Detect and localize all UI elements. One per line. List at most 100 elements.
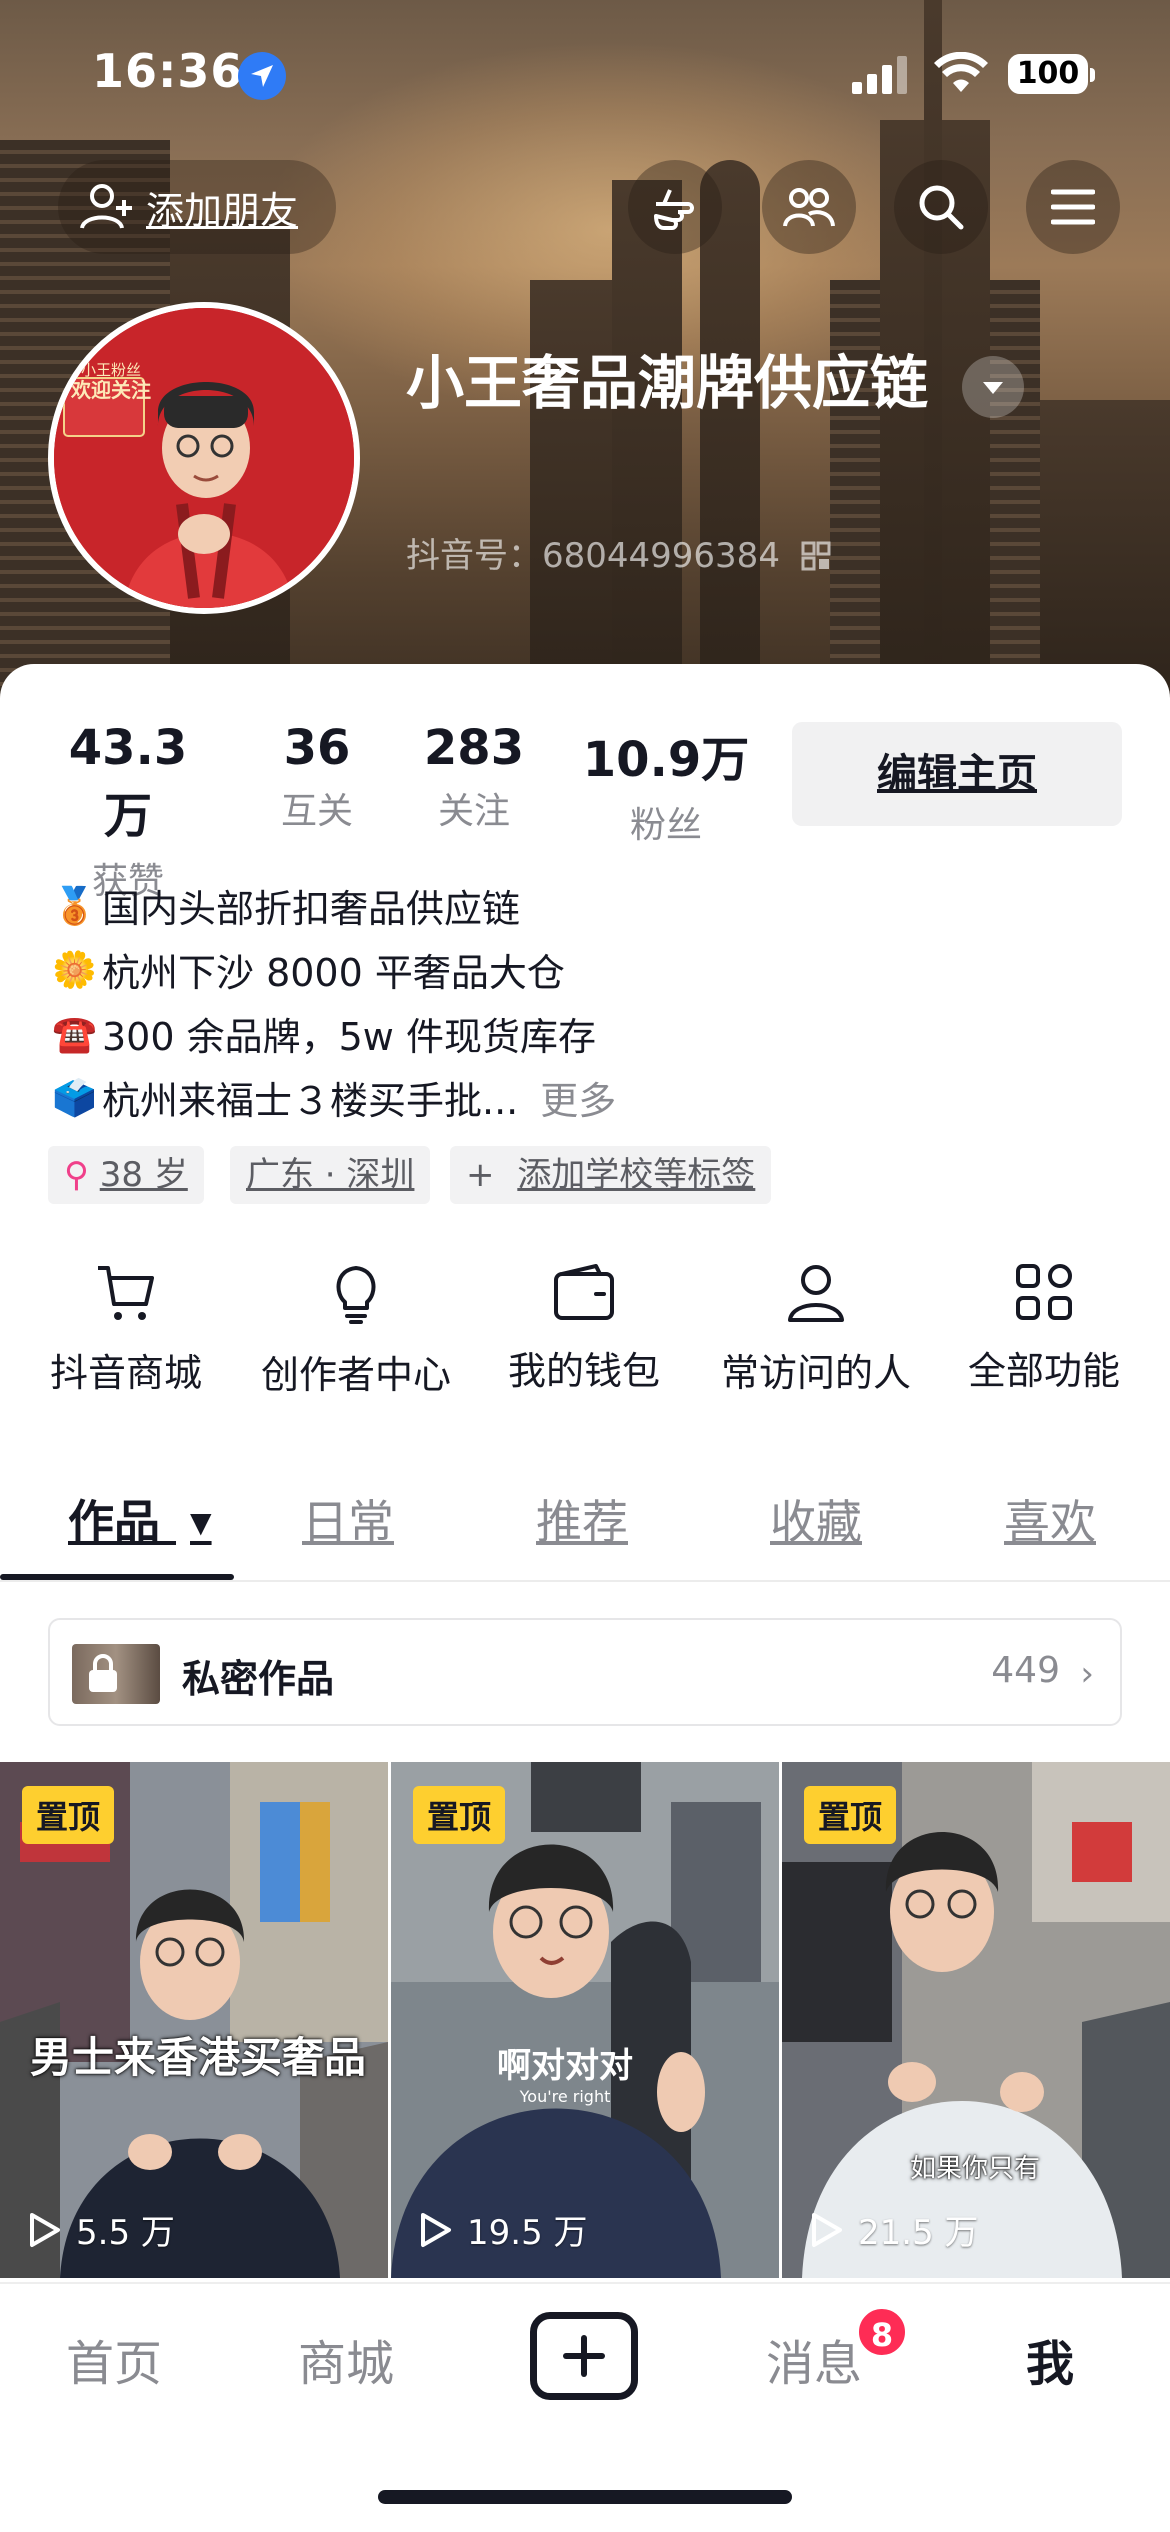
nav-messages[interactable]: 消息: [766, 2324, 862, 2394]
add-user-icon: [80, 184, 132, 229]
hand-pointer-button[interactable]: [628, 160, 722, 254]
account-switch-chevron-icon[interactable]: [962, 356, 1024, 418]
cover-building: [1040, 400, 1170, 700]
bio-text: 300 余品牌，5w 件现货库存: [102, 1015, 596, 1059]
avatar-caption-line1: 小王粉丝: [80, 361, 141, 379]
add-friend-button[interactable]: 添加朋友: [58, 160, 336, 254]
tab-works[interactable]: 作品 ▼: [68, 1486, 212, 1552]
private-works-count: 449: [991, 1650, 1060, 1691]
box-icon: 🗳️: [52, 1077, 97, 1119]
chevron-right-icon: ›: [1080, 1654, 1094, 1694]
bio-line: 🥉 国内头部折扣奢品供应链: [52, 878, 520, 933]
stat-value: 36: [283, 720, 351, 776]
tag-age-text: 38 岁: [99, 1155, 188, 1195]
video-thumbnail[interactable]: 置顶 男士来香港买奢品 5.5 万: [0, 1762, 388, 2278]
bio-line: 🌼 杭州下沙 8000 平奢品大仓: [52, 942, 565, 997]
bio-line[interactable]: 🗳️ 杭州来福士３楼买手批... 更多: [52, 1070, 616, 1125]
bulb-icon: [336, 1266, 376, 1324]
private-works-title: 私密作品: [182, 1657, 335, 1701]
play-icon: [30, 2212, 60, 2247]
qr-code-icon: [801, 541, 831, 571]
feature-shop[interactable]: 抖音商城: [26, 1262, 226, 1397]
bio-text: 国内头部折扣奢品供应链: [102, 887, 521, 931]
tag-location[interactable]: 广东 · 深圳: [230, 1146, 431, 1204]
grid-icon: [1016, 1264, 1072, 1320]
create-post-button[interactable]: [530, 2312, 638, 2400]
battery-indicator: 100: [1008, 54, 1095, 94]
stat-following[interactable]: 283 关注: [414, 720, 534, 834]
feature-creator-center[interactable]: 创作者中心: [256, 1262, 456, 1399]
avatar[interactable]: 小王粉丝 欢迎关注: [48, 302, 360, 614]
tag-add-school-text: 添加学校等标签: [517, 1155, 756, 1195]
feature-label: 我的钱包: [507, 1349, 660, 1393]
stat-value: 43.3万: [68, 720, 188, 844]
female-icon: ⚲: [64, 1155, 89, 1195]
home-indicator[interactable]: [378, 2490, 792, 2504]
feature-label: 常访问的人: [720, 1351, 911, 1395]
stat-likes[interactable]: 43.3万 获赞: [46, 720, 210, 904]
caret-down-icon: ▼: [190, 1506, 212, 1539]
tag-age[interactable]: ⚲ 38 岁: [48, 1146, 204, 1204]
profile-nickname: 小王奢品潮牌供应链: [406, 349, 929, 417]
nav-me[interactable]: 我: [1026, 2324, 1074, 2394]
play-count: 21.5 万: [810, 2205, 979, 2254]
pinned-badge: 置顶: [22, 1786, 115, 1844]
stat-followers[interactable]: 10.9万 粉丝: [582, 720, 750, 848]
active-tab-indicator: [0, 1574, 234, 1580]
wallet-icon: [554, 1264, 614, 1320]
medal-icon: 🥉: [52, 885, 97, 927]
lock-icon: [89, 1654, 117, 1692]
tag-add-school[interactable]: + 添加学校等标签: [450, 1146, 772, 1204]
shirt-text: 啊对对对: [497, 2046, 633, 2086]
search-button[interactable]: [894, 160, 988, 254]
search-icon: [919, 185, 964, 230]
video-caption: 如果你只有: [910, 2154, 1041, 2184]
douyin-id-text: 抖音号：68044996384: [406, 536, 780, 576]
cover-building: [700, 160, 760, 700]
edit-profile-button[interactable]: 编辑主页: [792, 722, 1122, 826]
menu-button[interactable]: [1026, 160, 1120, 254]
feature-visitors[interactable]: 常访问的人: [716, 1262, 916, 1397]
avatar-photo: [54, 308, 354, 608]
feature-all[interactable]: 全部功能: [944, 1262, 1144, 1395]
video-caption: 男士来香港买奢品: [30, 2033, 367, 2082]
tab-recommended[interactable]: 推荐: [536, 1486, 628, 1552]
pinned-badge: 置顶: [804, 1786, 897, 1844]
play-count-text: 19.5 万: [467, 2213, 588, 2253]
stat-label: 关注: [437, 791, 510, 832]
message-badge: 8: [856, 2306, 908, 2358]
nav-home[interactable]: 首页: [66, 2324, 162, 2394]
feature-label: 全部功能: [967, 1349, 1120, 1393]
stat-mutual[interactable]: 36 互关: [262, 720, 372, 834]
tab-label: 作品: [68, 1495, 160, 1549]
tab-daily[interactable]: 日常: [302, 1486, 394, 1552]
tab-favorites[interactable]: 收藏: [770, 1486, 862, 1552]
friends-icon: [783, 188, 835, 227]
friends-button[interactable]: [762, 160, 856, 254]
douyin-id[interactable]: 抖音号：68044996384: [406, 528, 831, 577]
video-thumbnail[interactable]: 置顶 啊对对对 You're right 19.5 万: [391, 1762, 779, 2278]
stat-value: 283: [423, 720, 525, 776]
feature-wallet[interactable]: 我的钱包: [484, 1262, 684, 1395]
feature-label: 抖音商城: [49, 1351, 202, 1395]
tag-location-text: 广东 · 深圳: [246, 1155, 415, 1195]
stat-value: 10.9万: [582, 732, 750, 788]
video-thumbnail[interactable]: 置顶 如果你只有 21.5 万: [782, 1762, 1170, 2278]
bio-text: 杭州来福士３楼买手批...: [102, 1079, 519, 1123]
play-count-text: 21.5 万: [858, 2213, 979, 2253]
private-works-row[interactable]: 私密作品 449 ›: [48, 1618, 1122, 1726]
nav-mall[interactable]: 商城: [298, 2324, 394, 2394]
plus-icon: +: [466, 1155, 495, 1195]
tab-likes[interactable]: 喜欢: [1004, 1486, 1096, 1552]
shirt-subtext: You're right: [519, 2087, 611, 2106]
bio-more-link[interactable]: 更多: [540, 1070, 616, 1125]
bio-text: 杭州下沙 8000 平奢品大仓: [102, 951, 565, 995]
stat-label: 粉丝: [629, 805, 702, 846]
flower-icon: 🌼: [52, 949, 97, 991]
avatar-caption-line2: 欢迎关注: [71, 378, 151, 402]
shirt-print: 啊对对对 You're right: [497, 2038, 633, 2106]
stat-label: 互关: [280, 791, 353, 832]
play-count-text: 5.5 万: [76, 2213, 175, 2253]
feature-label: 创作者中心: [260, 1353, 451, 1397]
person-icon: [788, 1265, 844, 1322]
